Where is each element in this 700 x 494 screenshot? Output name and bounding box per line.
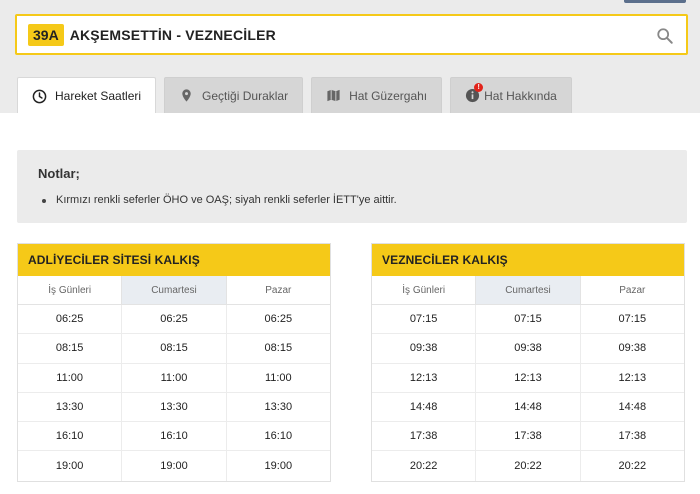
departure-time: 17:38 [372,422,477,451]
departure-time: 11:00 [264,371,292,384]
search-icon[interactable] [656,27,674,45]
departure-time: 11:00 [18,363,123,392]
departure-time: 17:38 [618,430,647,443]
departure-time: 19:00 [18,451,123,481]
departure-time: 07:15 [372,305,477,334]
table-row: 20:22 20:22 20:22 [372,451,684,481]
column-header-weekdays[interactable]: İş Günleri [18,276,123,304]
tab-label: Geçtiği Duraklar [202,88,289,103]
tab-hat-hakkinda[interactable]: ! Hat Hakkında [450,77,572,113]
table-row: 13:30 13:30 13:30 [18,392,330,423]
tab-label: Hat Güzergahı [349,88,428,103]
table-row: 12:13 12:13 12:13 [372,363,684,393]
column-header-sunday[interactable]: Pazar [227,276,330,304]
departure-time: 16:10 [264,430,293,443]
departure-time: 13:30 [18,392,123,422]
departure-time: 20:22 [476,451,581,481]
notification-badge: ! [474,83,484,92]
notes-box: Notlar; Kırmızı renkli seferler ÖHO ve O… [17,150,687,223]
departure-time: 20:22 [618,460,647,473]
route-search-bar[interactable]: 39A AKŞEMSETTİN - VEZNECİLER [15,14,688,55]
departure-time: 19:00 [264,460,293,473]
map-icon [326,88,341,103]
departure-time: 12:13 [618,371,647,384]
table-row: 09:38 09:38 09:38 [372,334,684,364]
tab-hareket-saatleri[interactable]: Hareket Saatleri [17,77,157,114]
departure-time: 07:15 [618,313,647,326]
departure-time: 14:48 [618,401,647,414]
departure-time: 13:30 [264,401,293,414]
table-row: 06:25 06:25 06:25 [18,305,330,335]
departure-time: 12:13 [476,363,581,392]
schedule-adliyeciler: ADLİYECİLER SİTESİ KALKIŞ İş Günleri Cum… [17,243,331,482]
departure-time: 16:10 [122,422,227,451]
departure-time: 17:38 [476,422,581,451]
table-row: 16:10 16:10 16:10 [18,422,330,452]
departure-time: 06:25 [18,305,123,334]
map-pin-icon [179,88,194,103]
schedule-column-headers: İş Günleri Cumartesi Pazar [372,276,684,305]
notes-title: Notlar; [38,166,80,181]
departure-time: 20:22 [372,451,477,481]
tab-label: Hat Hakkında [484,88,557,103]
departure-time: 08:15 [18,334,123,363]
schedule-vezneciler: VEZNECİLER KALKIŞ İş Günleri Cumartesi P… [371,243,685,482]
clock-icon [32,89,47,104]
table-row: 14:48 14:48 14:48 [372,392,684,423]
departure-time: 16:10 [18,422,123,451]
column-header-saturday[interactable]: Cumartesi [122,276,227,304]
departure-time: 09:38 [476,334,581,363]
departure-time: 09:38 [372,334,477,363]
route-name: AKŞEMSETTİN - VEZNECİLER [69,26,276,43]
route-code-badge: 39A [28,23,64,46]
notes-item: Kırmızı renkli seferler ÖHO ve OAŞ; siya… [42,194,397,206]
table-row: 17:38 17:38 17:38 [372,422,684,452]
table-row: 07:15 07:15 07:15 [372,305,684,335]
departure-time: 07:15 [476,305,581,334]
departure-time: 11:00 [122,363,227,392]
table-row: 08:15 08:15 08:15 [18,334,330,364]
departure-time: 09:38 [618,342,647,355]
departure-time: 08:15 [122,334,227,363]
departure-time: 06:25 [264,313,293,326]
departure-time: 14:48 [372,392,477,422]
tab-label: Hareket Saatleri [55,89,142,103]
tab-content: Notlar; Kırmızı renkli seferler ÖHO ve O… [0,113,700,494]
column-header-weekdays[interactable]: İş Günleri [372,276,477,304]
column-header-sunday[interactable]: Pazar [581,276,684,304]
departure-time: 06:25 [122,305,227,334]
tab-hat-guzergahi[interactable]: Hat Güzergahı [311,77,443,113]
top-window-edge [624,0,686,3]
departure-time: 12:13 [372,363,477,392]
departure-time: 19:00 [122,451,227,481]
schedule-title: VEZNECİLER KALKIŞ [372,244,684,276]
table-row: 19:00 19:00 19:00 [18,451,330,481]
column-header-saturday[interactable]: Cumartesi [476,276,581,304]
schedule-title: ADLİYECİLER SİTESİ KALKIŞ [18,244,330,276]
tab-bar: Hareket Saatleri Geçtiği Duraklar Hat Gü… [17,77,572,114]
departure-time: 08:15 [264,342,293,355]
tab-gectigi-duraklar[interactable]: Geçtiği Duraklar [164,77,304,113]
departure-time: 14:48 [476,392,581,422]
departure-time: 13:30 [122,392,227,422]
table-row: 11:00 11:00 11:00 [18,363,330,393]
schedule-column-headers: İş Günleri Cumartesi Pazar [18,276,330,305]
